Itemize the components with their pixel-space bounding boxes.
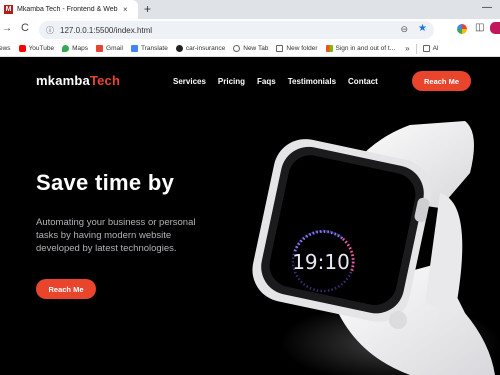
bookmark-sign-in[interactable]: Sign in and out of t... — [325, 45, 395, 52]
all-bookmarks[interactable]: Al — [422, 45, 438, 52]
address-bar[interactable]: ⓘ 127.0.0.1:5500/index.html ⊖ ★ — [39, 21, 434, 39]
divider — [415, 43, 417, 54]
bookmarks-bar: ews YouTube Maps Gmail Translate car-ins… — [0, 41, 500, 57]
extensions-puzzle-icon[interactable]: ◫ — [475, 22, 484, 33]
site-info-icon[interactable]: ⓘ — [46, 25, 54, 36]
reach-me-button-hero[interactable]: Reach Me — [36, 279, 96, 299]
bookmark-youtube[interactable]: YouTube — [18, 45, 54, 52]
new-tab-button[interactable]: + — [144, 2, 151, 16]
tab-title: Mkamba Tech - Frontend & Web — [17, 6, 118, 13]
microsoft-icon — [325, 45, 333, 52]
tab-strip: M Mkamba Tech - Frontend & Web × + — — [0, 0, 500, 19]
bookmark-translate[interactable]: Translate — [131, 45, 168, 52]
forward-icon[interactable]: → — [2, 23, 12, 34]
nav-faqs[interactable]: Faqs — [257, 77, 276, 86]
maps-icon — [62, 45, 70, 52]
browser-toolbar: → C ⓘ 127.0.0.1:5500/index.html ⊖ ★ — [0, 19, 500, 41]
nav-services[interactable]: Services — [173, 77, 206, 86]
extension-icon[interactable] — [457, 24, 467, 34]
hero-description: Automating your business or personal tas… — [36, 217, 196, 254]
globe-icon — [175, 45, 183, 52]
zoom-icon[interactable]: ⊖ — [400, 24, 408, 35]
browser-tab[interactable]: M Mkamba Tech - Frontend & Web × — [0, 0, 138, 19]
globe-icon — [233, 45, 241, 52]
site-logo[interactable]: mkambaTech — [36, 73, 120, 88]
url-text[interactable]: 127.0.0.1:5500/index.html — [60, 26, 152, 35]
bookmark-new-folder[interactable]: New folder — [276, 45, 318, 52]
bookmark-gmail[interactable]: Gmail — [96, 45, 123, 52]
folder-icon — [276, 45, 284, 52]
nav-pricing[interactable]: Pricing — [218, 77, 245, 86]
profile-avatar[interactable] — [490, 22, 500, 34]
folder-icon — [422, 45, 430, 52]
translate-icon — [131, 45, 138, 52]
nav-contact[interactable]: Contact — [348, 77, 378, 86]
nav-testimonials[interactable]: Testimonials — [288, 77, 336, 86]
chevron-more-icon[interactable]: » — [405, 44, 409, 53]
main-nav: Services Pricing Faqs Testimonials Conta… — [173, 77, 390, 86]
reload-icon[interactable]: C — [21, 22, 29, 34]
minimize-button[interactable]: — — [482, 2, 492, 13]
bookmark-new-tab[interactable]: New Tab — [233, 45, 268, 52]
smartwatch-image: 19:10 — [252, 121, 500, 375]
youtube-icon — [18, 45, 26, 52]
bookmark-car-insurance[interactable]: car-insurance — [175, 45, 225, 52]
bookmark-maps[interactable]: Maps — [62, 45, 88, 52]
hero-title: Save time by — [36, 170, 175, 195]
watch-time: 19:10 — [292, 250, 350, 274]
reach-me-button-header[interactable]: Reach Me — [412, 71, 471, 91]
bookmark-star-icon[interactable]: ★ — [418, 23, 427, 34]
favicon-icon: M — [4, 5, 13, 14]
gmail-icon — [96, 45, 104, 52]
web-page: mkambaTech Services Pricing Faqs Testimo… — [0, 58, 500, 375]
close-icon[interactable]: × — [123, 5, 128, 14]
bookmark-news[interactable]: ews — [0, 45, 11, 52]
